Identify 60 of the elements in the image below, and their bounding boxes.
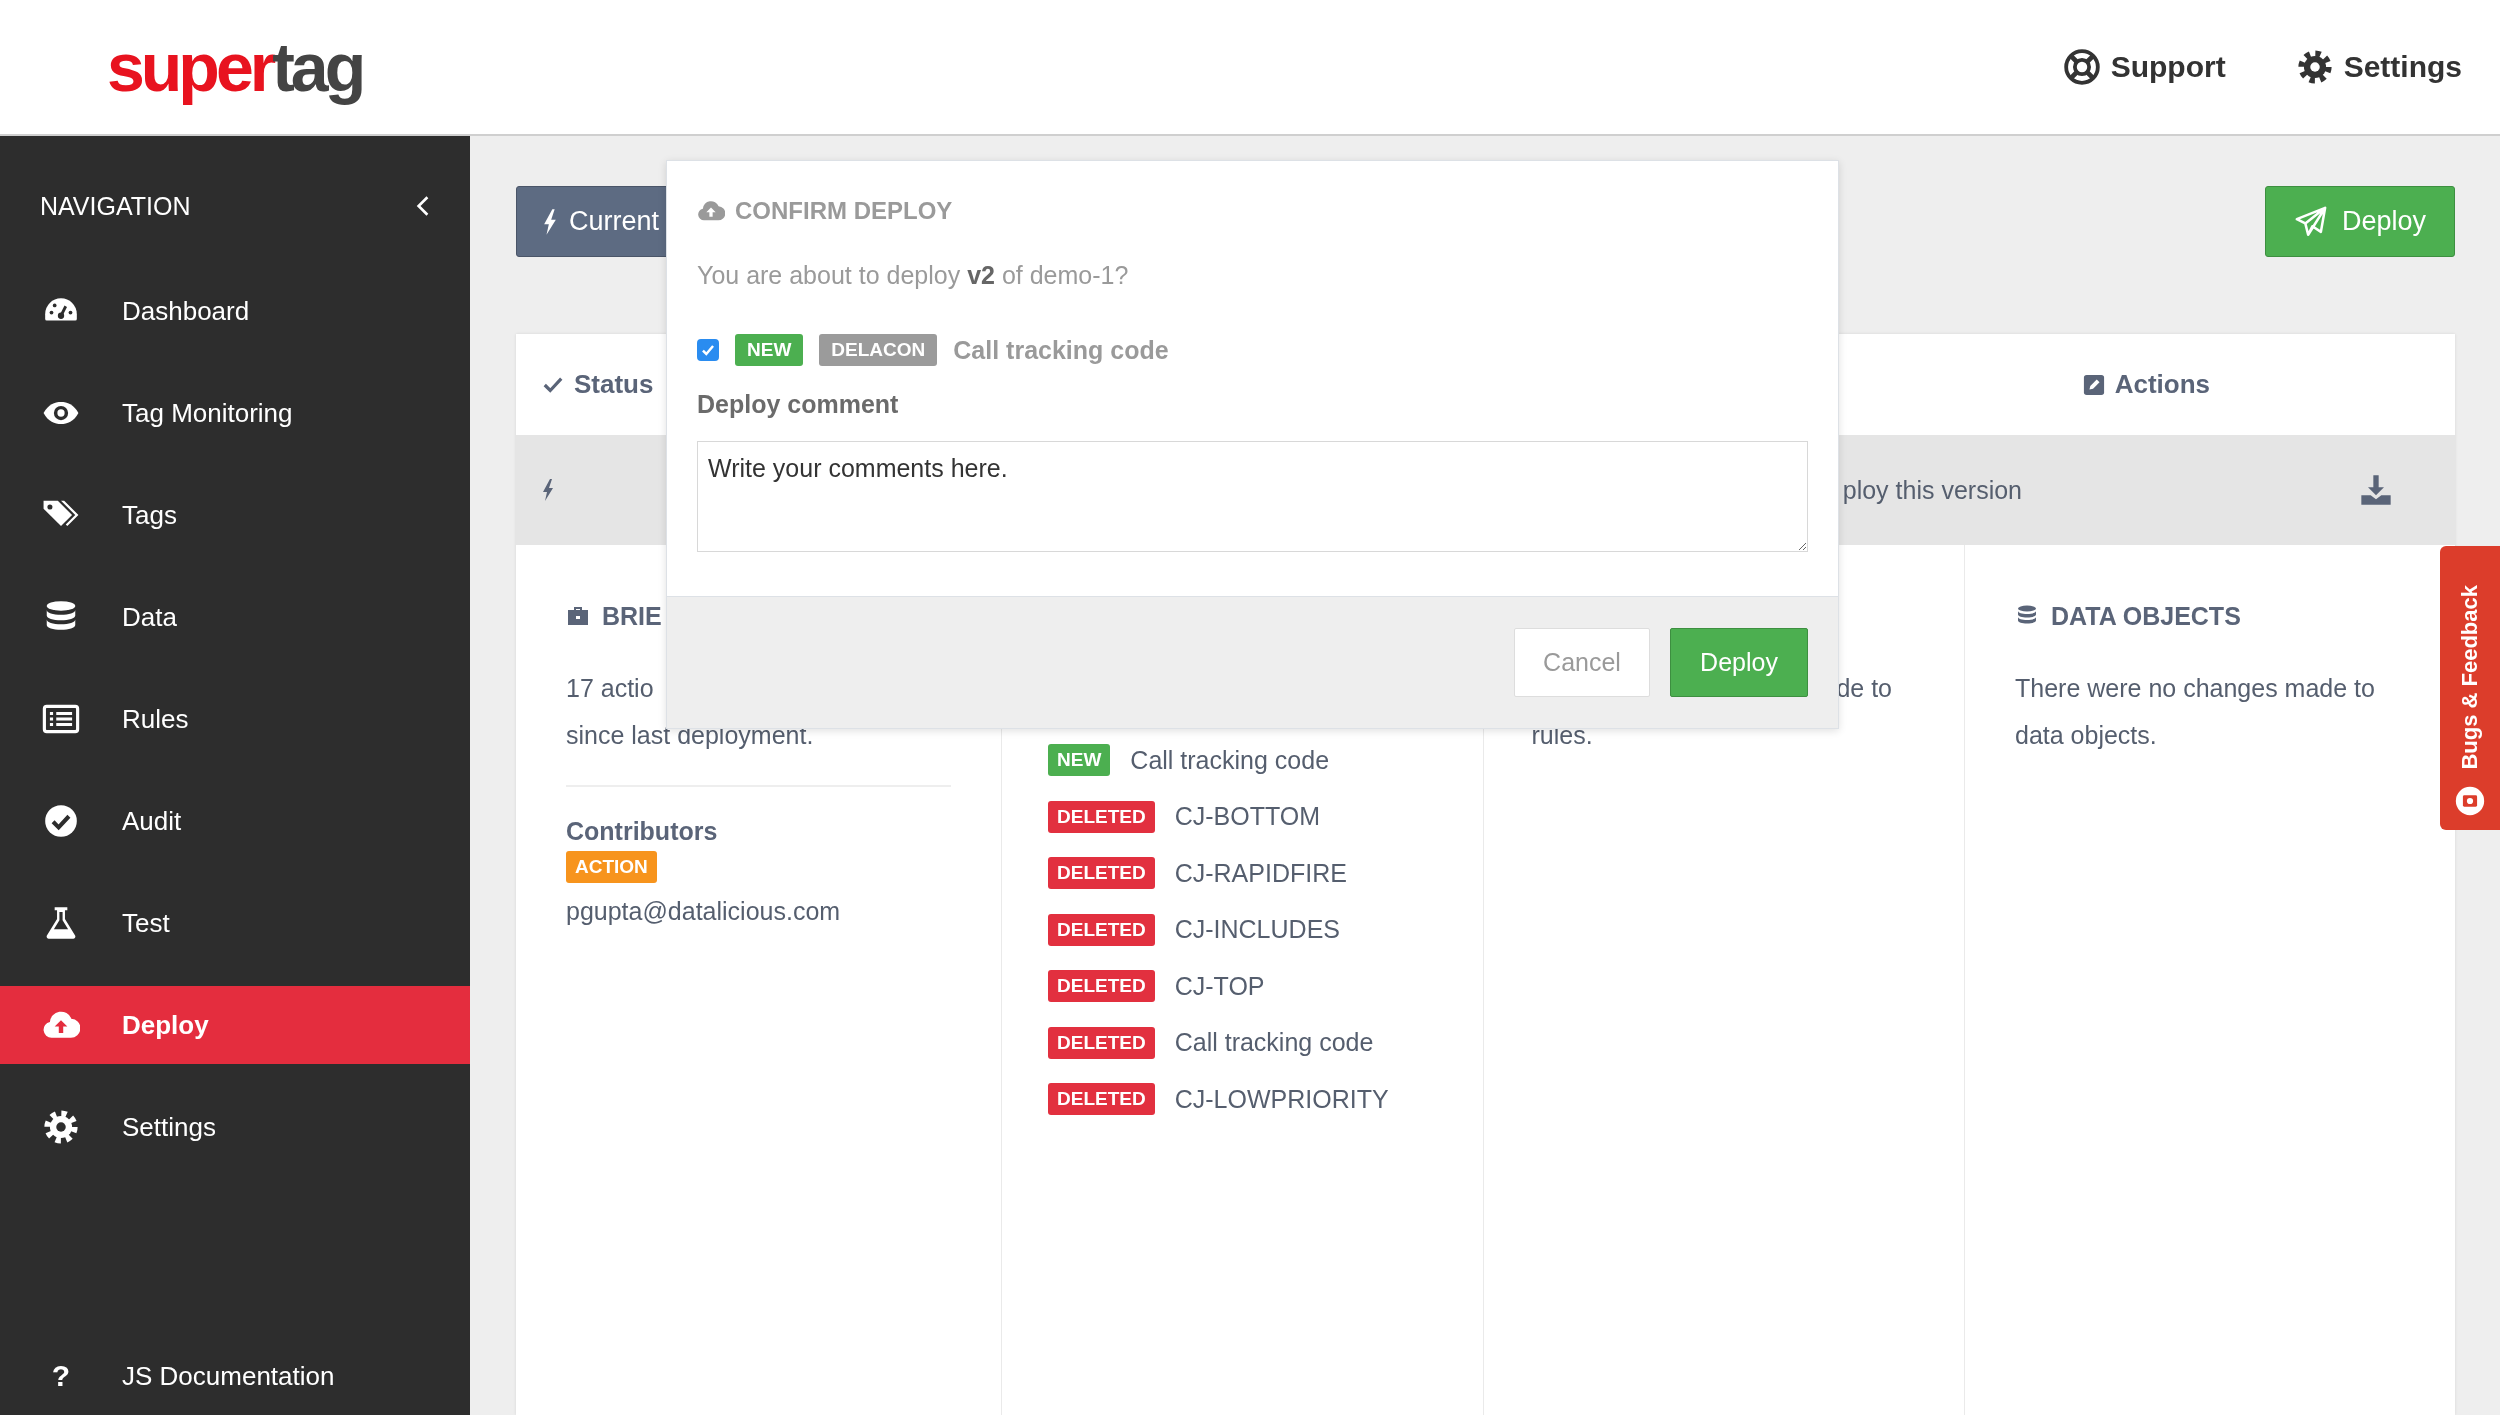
bolt-icon [542,478,554,502]
sidebar-item[interactable]: Rules [0,680,470,758]
header-link[interactable]: Settings [2295,48,2462,86]
support-icon [2062,48,2101,86]
change-badge: NEW [1048,744,1111,777]
column-header: Status [516,369,654,400]
change-name: CJ-BOTTOM [1174,802,1321,832]
summary-text: rules. [1531,721,1593,749]
dialog-message: You are about to deploy v2 of demo-1? [697,261,1130,290]
change-name: Call tracking code [1130,745,1330,775]
column-header: Actions [2082,369,2210,400]
sidebar-item[interactable]: Test [0,884,470,962]
paper-plane-icon [2294,204,2328,239]
settings-icon [42,1108,80,1146]
sidebar-item[interactable]: ? JS Documentation [0,1337,470,1415]
change-badge: DELETED [1048,857,1155,890]
change-name: Call tracking code [1174,1028,1374,1058]
download-icon[interactable] [2360,474,2392,506]
sidebar-item[interactable]: Deploy [0,986,470,1064]
sidebar-item[interactable]: Dashboard [0,272,470,350]
change-name: CJ-LOWPRIORITY [1174,1084,1389,1114]
logo[interactable]: supertag [107,28,363,106]
check-circle-icon [42,802,80,840]
change-badge: DELETED [1048,1083,1155,1116]
change-name: CJ-TOP [1174,971,1265,1001]
sidebar-item[interactable]: Tags [0,476,470,554]
sidebar-title: NAVIGATION [40,191,191,221]
collapse-icon[interactable] [416,195,430,217]
change-badge: DELETED [1048,970,1155,1003]
change-badge: DELETED [1048,913,1155,946]
tag-badge: NEW [735,334,804,366]
sidebar-item[interactable]: Tag Monitoring [0,374,470,452]
change-name: CJ-INCLUDES [1174,915,1340,945]
summary-text: 17 actio [566,673,655,704]
checkbox[interactable] [697,339,719,361]
change-badge: DELETED [1048,800,1155,833]
edit-icon [2082,373,2105,396]
change-badge: DELETED [1048,1026,1155,1059]
summary-text: There were no changes made to data objects. [2015,673,2376,751]
sidebar-item[interactable]: Data [0,578,470,656]
settings-icon [2295,48,2334,86]
section-title: BRIE [566,595,662,637]
tag-badge: DELACON [819,334,938,366]
section-title: DATA OBJECTS [2015,595,2241,637]
field-label: Deploy comment [697,390,900,419]
briefcase-icon [566,604,590,628]
comment-field[interactable]: Write your comments here. [697,441,1808,552]
camera-icon [2453,784,2487,818]
role-badge: ACTION [566,851,657,883]
sidebar-item[interactable]: Settings [0,1088,470,1166]
change-name: CJ-RAPIDFIRE [1174,858,1347,888]
sidebar-item[interactable]: Audit [0,782,470,860]
feedback-tab[interactable]: Bugs & Feedback [2440,546,2500,830]
header-link[interactable]: Support [2062,48,2226,86]
row-text: ploy this version [1842,475,2022,505]
dialog-title: CONFIRM DEPLOY [697,189,1808,233]
summary-text: since last deployment. [566,720,814,751]
contributor-email: pgupta@datalicious.com [566,897,841,926]
contributors-title: Contributors [566,816,718,847]
tag-name: Call tracking code [953,335,1169,365]
